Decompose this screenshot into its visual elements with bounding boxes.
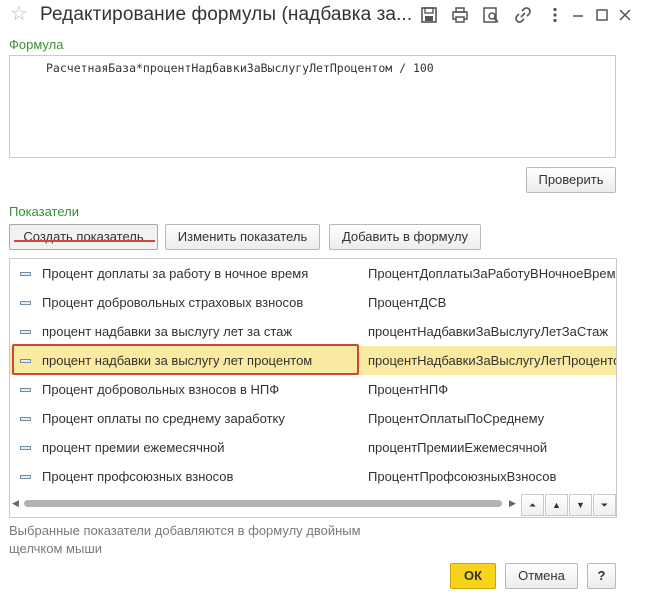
- indicator-icon: [20, 272, 31, 276]
- help-button[interactable]: ?: [587, 563, 616, 589]
- window-title: Редактирование формулы (надбавка за...: [40, 4, 413, 25]
- selected-row-highlight-frame: [12, 344, 359, 375]
- add-to-formula-button[interactable]: Добавить в формулу: [329, 224, 481, 250]
- formula-text[interactable]: РасчетнаяБаза*процентНадбавкиЗаВыслугуЛе…: [46, 61, 434, 75]
- move-last-icon: ⏷: [600, 500, 609, 510]
- indicator-name: Процент добровольных страховых взносов: [42, 295, 304, 310]
- indicator-name: Процент профсоюзных взносов: [42, 469, 234, 484]
- table-row[interactable]: процент надбавки за выслугу лет за стаж …: [10, 317, 616, 346]
- indicator-icon: [20, 475, 31, 479]
- create-button-highlight-underline: [14, 240, 155, 242]
- move-up-icon: ▲: [552, 500, 561, 510]
- title-bar: ☆ Редактирование формулы (надбавка за...: [0, 0, 647, 30]
- indicator-id: процентНадбавкиЗаВыслугуЛетПроцентом: [368, 353, 616, 368]
- indicator-name: процент надбавки за выслугу лет за стаж: [42, 324, 293, 339]
- preview-icon[interactable]: [482, 6, 500, 24]
- edit-indicator-button[interactable]: Изменить показатель: [165, 224, 320, 250]
- create-indicator-button[interactable]: Создать показатель: [9, 224, 158, 250]
- indicator-id: ПроцентДСВ: [368, 295, 447, 310]
- indicators-table[interactable]: Процент доплаты за работу в ночное время…: [9, 258, 617, 518]
- favorite-star-icon[interactable]: ☆: [10, 3, 28, 25]
- cancel-button[interactable]: Отмена: [505, 563, 578, 589]
- close-icon[interactable]: [616, 6, 634, 24]
- move-down-button[interactable]: ▼: [569, 494, 592, 516]
- indicator-name: процент премии ежемесячной: [42, 440, 225, 455]
- table-row[interactable]: Процент профсоюзных взносов ПроцентПрофс…: [10, 462, 616, 491]
- table-row[interactable]: процент премии ежемесячной процентПремии…: [10, 433, 616, 462]
- table-row[interactable]: Процент доплаты за работу в ночное время…: [10, 259, 616, 288]
- table-row[interactable]: Процент добровольных взносов в НПФ Проце…: [10, 375, 616, 404]
- indicator-icon: [20, 417, 31, 421]
- minimize-icon[interactable]: [569, 6, 587, 24]
- indicator-icon: [20, 301, 31, 305]
- more-icon[interactable]: [546, 6, 564, 24]
- indicator-id: ПроцентДоплатыЗаРаботуВНочноеВремя: [368, 266, 616, 281]
- indicator-name: Процент добровольных взносов в НПФ: [42, 382, 280, 397]
- indicator-id: ПроцентПрофсоюзныхВзносов: [368, 469, 557, 484]
- move-last-button[interactable]: ⏷: [593, 494, 616, 516]
- print-icon[interactable]: [451, 6, 469, 24]
- indicator-id: ПроцентНПФ: [368, 382, 449, 397]
- indicator-id: ПроцентОплатыПоСреднему: [368, 411, 545, 426]
- maximize-icon[interactable]: [593, 6, 611, 24]
- hint-text: Выбранные показатели добавляются в форму…: [9, 523, 361, 556]
- link-icon[interactable]: [514, 6, 532, 24]
- move-first-icon: ⏶: [528, 500, 537, 510]
- horizontal-scrollbar[interactable]: [24, 500, 502, 507]
- move-first-button[interactable]: ⏶: [521, 494, 544, 516]
- formula-editor[interactable]: РасчетнаяБаза*процентНадбавкиЗаВыслугуЛе…: [9, 55, 616, 158]
- indicator-icon: [20, 388, 31, 392]
- indicator-id: процентПремииЕжемесячной: [368, 440, 548, 455]
- indicator-name: Процент доплаты за работу в ночное время: [42, 266, 309, 281]
- save-icon[interactable]: [420, 6, 438, 24]
- formula-label: Формула: [9, 37, 64, 52]
- indicator-icon: [20, 330, 31, 334]
- indicators-label: Показатели: [9, 204, 79, 219]
- indicator-name: Процент оплаты по среднему заработку: [42, 411, 285, 426]
- check-button[interactable]: Проверить: [526, 167, 616, 193]
- ok-button[interactable]: ОК: [450, 563, 496, 589]
- scroll-left-arrow-icon[interactable]: ◀: [12, 498, 19, 509]
- table-row[interactable]: Процент оплаты по среднему заработку Про…: [10, 404, 616, 433]
- move-down-icon: ▼: [576, 500, 585, 510]
- move-up-button[interactable]: ▲: [545, 494, 568, 516]
- indicator-icon: [20, 446, 31, 450]
- scroll-right-arrow-icon[interactable]: ▶: [509, 498, 516, 509]
- indicator-id: процентНадбавкиЗаВыслугуЛетЗаСтаж: [368, 324, 609, 339]
- table-row[interactable]: Процент добровольных страховых взносов П…: [10, 288, 616, 317]
